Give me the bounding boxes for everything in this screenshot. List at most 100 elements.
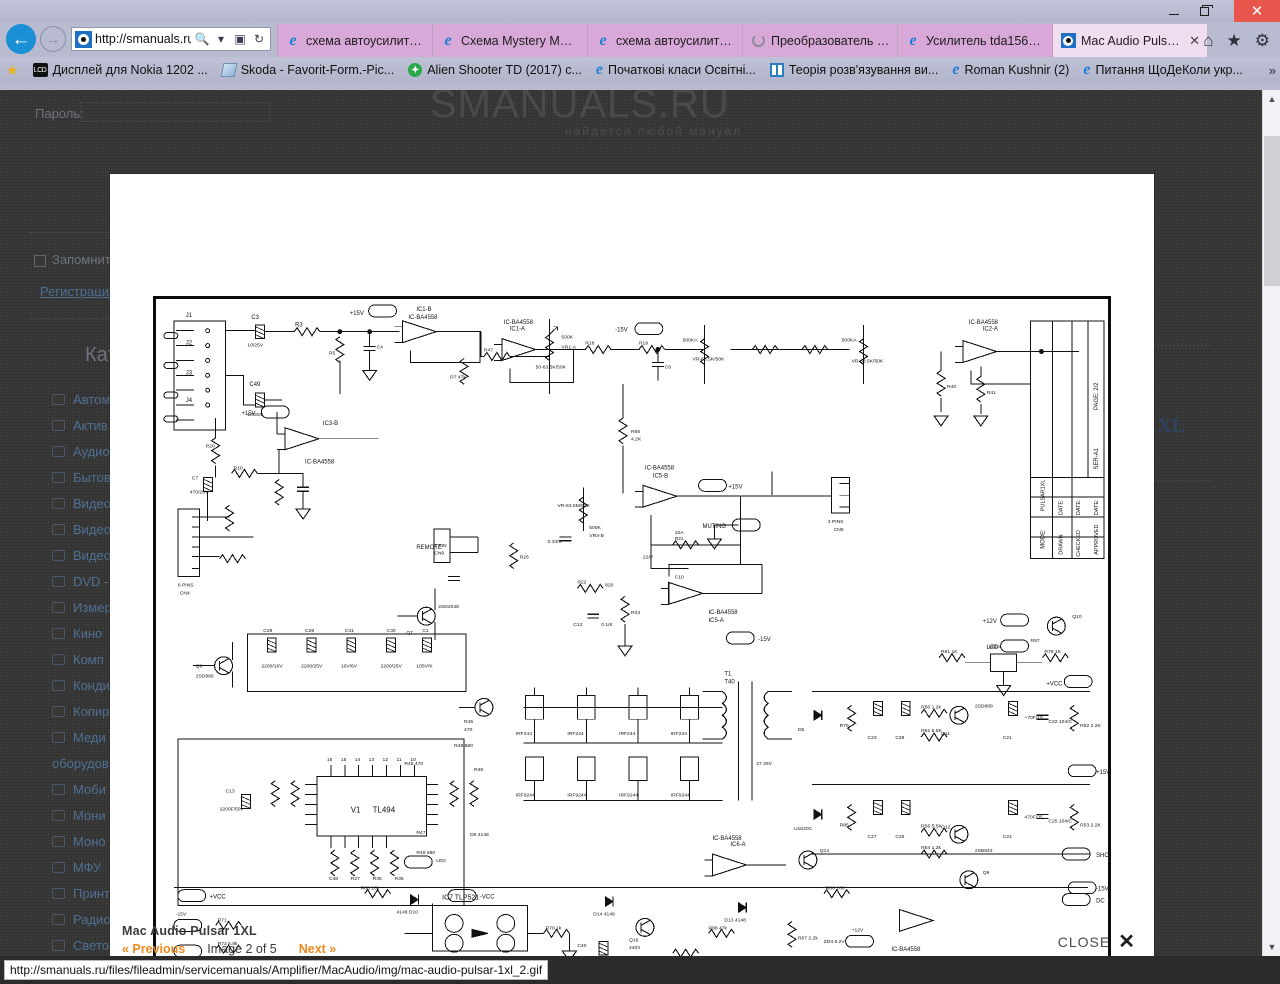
svg-text:C29: C29 [263, 628, 272, 634]
svg-text:50-63.5K/50K: 50-63.5K/50K [536, 364, 567, 370]
add-favorite-icon[interactable]: ★ [6, 62, 19, 79]
category-label: Видео [73, 495, 111, 511]
svg-text:D14 4148: D14 4148 [593, 912, 615, 918]
monitor-icon [52, 913, 65, 925]
refresh-icon[interactable]: ↻ [251, 30, 267, 48]
tab-0[interactable]: e схема автоусилител... [277, 24, 432, 57]
svg-text:+12V: +12V [852, 927, 864, 933]
favorite-item-0[interactable]: LCD Дисплей для Nokia 1202 ... [32, 63, 208, 77]
tab-label: Преобразователь дл... [771, 33, 890, 48]
window-close-button[interactable]: ✕ [1234, 0, 1280, 22]
svg-text:C7: C7 [192, 475, 199, 481]
svg-text:R41: R41 [987, 390, 996, 396]
minimize-button[interactable] [1158, 0, 1189, 22]
svg-text:IC2-A: IC2-A [983, 327, 998, 333]
green-circle-icon: ✦ [408, 63, 423, 77]
favorite-item-5[interactable]: e Roman Kushnir (2) [952, 62, 1069, 78]
favorite-item-1[interactable]: Skoda - Favorit-Form.-Pic... [220, 63, 394, 77]
svg-text:10V/6V: 10V/6V [341, 664, 358, 670]
remember-me-checkbox[interactable] [34, 255, 46, 267]
svg-text:11: 11 [396, 757, 401, 763]
compatibility-view-icon[interactable]: ▣ [232, 30, 248, 48]
svg-text:-VCC: -VCC [480, 895, 495, 901]
svg-text:C31: C31 [345, 628, 354, 634]
svg-text:C29: C29 [895, 735, 904, 741]
svg-text:+70F/15: +70F/15 [1025, 715, 1044, 721]
tab-close-icon[interactable]: ✕ [1189, 33, 1200, 49]
svg-text:+15V: +15V [1096, 770, 1108, 776]
next-image-link[interactable]: Next » [299, 942, 337, 956]
register-link[interactable]: Регистрация [40, 284, 116, 299]
svg-text:0.33/K: 0.33/K [548, 539, 563, 545]
svg-text:IC-BA4558: IC-BA4558 [969, 320, 999, 326]
svg-text:IC-BA4558: IC-BA4558 [891, 947, 921, 953]
svg-text:R3: R3 [295, 323, 303, 329]
favorite-item-4[interactable]: Теорія розв'язування ви... [769, 63, 939, 77]
scrollbar-thumb[interactable] [1264, 136, 1280, 286]
gear-icon[interactable]: ⚙ [1255, 32, 1270, 49]
scroll-up-arrow-icon[interactable]: ▲ [1263, 90, 1280, 108]
svg-text:R18: R18 [585, 341, 594, 347]
tab-4[interactable]: e Усилитель tda1562 с... [897, 24, 1052, 57]
page-scrollbar[interactable]: ▲ ▼ [1262, 90, 1280, 956]
category-label: DVD - [73, 573, 109, 589]
svg-text:R56 5.5K: R56 5.5K [921, 823, 942, 829]
search-icon[interactable]: 🔍 [194, 30, 210, 48]
category-label: Видео [73, 521, 111, 537]
schematic-image[interactable]: J1 J2 J3 J4 C3 10/25V C49 10/25V R3 R5 C… [153, 296, 1111, 956]
favorite-label: Теорія розв'язування ви... [788, 63, 939, 77]
svg-text:IRF244: IRF244 [619, 731, 636, 737]
previous-image-link[interactable]: « Previous [122, 942, 185, 956]
svg-text:Q14: Q14 [820, 848, 830, 854]
svg-text:105V/K: 105V/K [416, 664, 433, 670]
scroll-down-arrow-icon[interactable]: ▼ [1263, 938, 1280, 956]
maximize-button[interactable] [1189, 0, 1220, 22]
tab-5-active[interactable]: Mac Audio Pulsar ... ✕ [1052, 24, 1207, 57]
favorite-item-2[interactable]: ✦ Alien Shooter TD (2017) с... [408, 63, 582, 77]
svg-text:R66: R66 [631, 429, 640, 435]
svg-text:Q12: Q12 [941, 824, 951, 830]
svg-text:C22 104/C: C22 104/C [1048, 719, 1072, 725]
tab-1[interactable]: e Схема Mystery MR4.75 [432, 24, 587, 57]
svg-text:CN5: CN5 [834, 527, 844, 533]
ie-icon: e [595, 61, 604, 78]
favorites-star-icon[interactable]: ★ [1227, 32, 1242, 49]
svg-text:470: 470 [464, 727, 473, 733]
chevron-down-icon[interactable]: ▾ [213, 30, 229, 48]
ie-icon: e [909, 31, 917, 49]
monitor-icon [52, 497, 65, 509]
lightbox-title: Mac Audio Pulsar 1XL [122, 924, 257, 938]
category-label: Радио [73, 911, 111, 927]
svg-text:R47: R47 [484, 348, 493, 354]
tab-3[interactable]: Преобразователь дл... [742, 24, 897, 57]
lightbox-close-button[interactable]: CLOSE ✕ [1058, 932, 1136, 952]
monitor-icon [52, 523, 65, 535]
favorite-label: Roman Kushnir (2) [964, 63, 1070, 77]
svg-text:T1: T1 [724, 672, 732, 678]
home-icon[interactable]: ⌂ [1203, 32, 1213, 49]
svg-text:C21: C21 [1003, 735, 1012, 741]
svg-text:820: 820 [605, 582, 614, 588]
site-slogan: найдется любой мануал [565, 124, 743, 138]
svg-text:0.1/K: 0.1/K [601, 622, 613, 628]
svg-text:R57: R57 [1030, 638, 1039, 644]
svg-text:C24: C24 [1003, 834, 1012, 840]
back-button[interactable]: ← [6, 24, 36, 54]
svg-text:CN9: CN9 [434, 551, 444, 557]
svg-text:IC-BA4558: IC-BA4558 [504, 320, 534, 326]
favorite-item-3[interactable]: e Початкові класи Освітні... [596, 62, 756, 78]
favorite-item-6[interactable]: e Питання ЩоДеКоли укр... [1083, 62, 1243, 78]
svg-text:DC: DC [1096, 899, 1105, 905]
forward-button[interactable]: → [40, 26, 66, 52]
favorites-overflow-icon[interactable]: » [1269, 57, 1276, 83]
tab-2[interactable]: e схема автоусилител... [587, 24, 742, 57]
password-field[interactable] [80, 102, 270, 122]
monitor-icon [52, 575, 65, 587]
monitor-icon [52, 887, 65, 899]
address-bar[interactable]: http://smanuals.ru 🔍 ▾ ▣ ↻ [71, 27, 271, 51]
svg-text:R54 1.2k: R54 1.2k [921, 845, 941, 851]
loading-spinner-icon [750, 33, 766, 49]
svg-text:-15V: -15V [615, 328, 628, 334]
site-identity-icon [75, 30, 92, 48]
svg-text:IRF244: IRF244 [671, 731, 688, 737]
